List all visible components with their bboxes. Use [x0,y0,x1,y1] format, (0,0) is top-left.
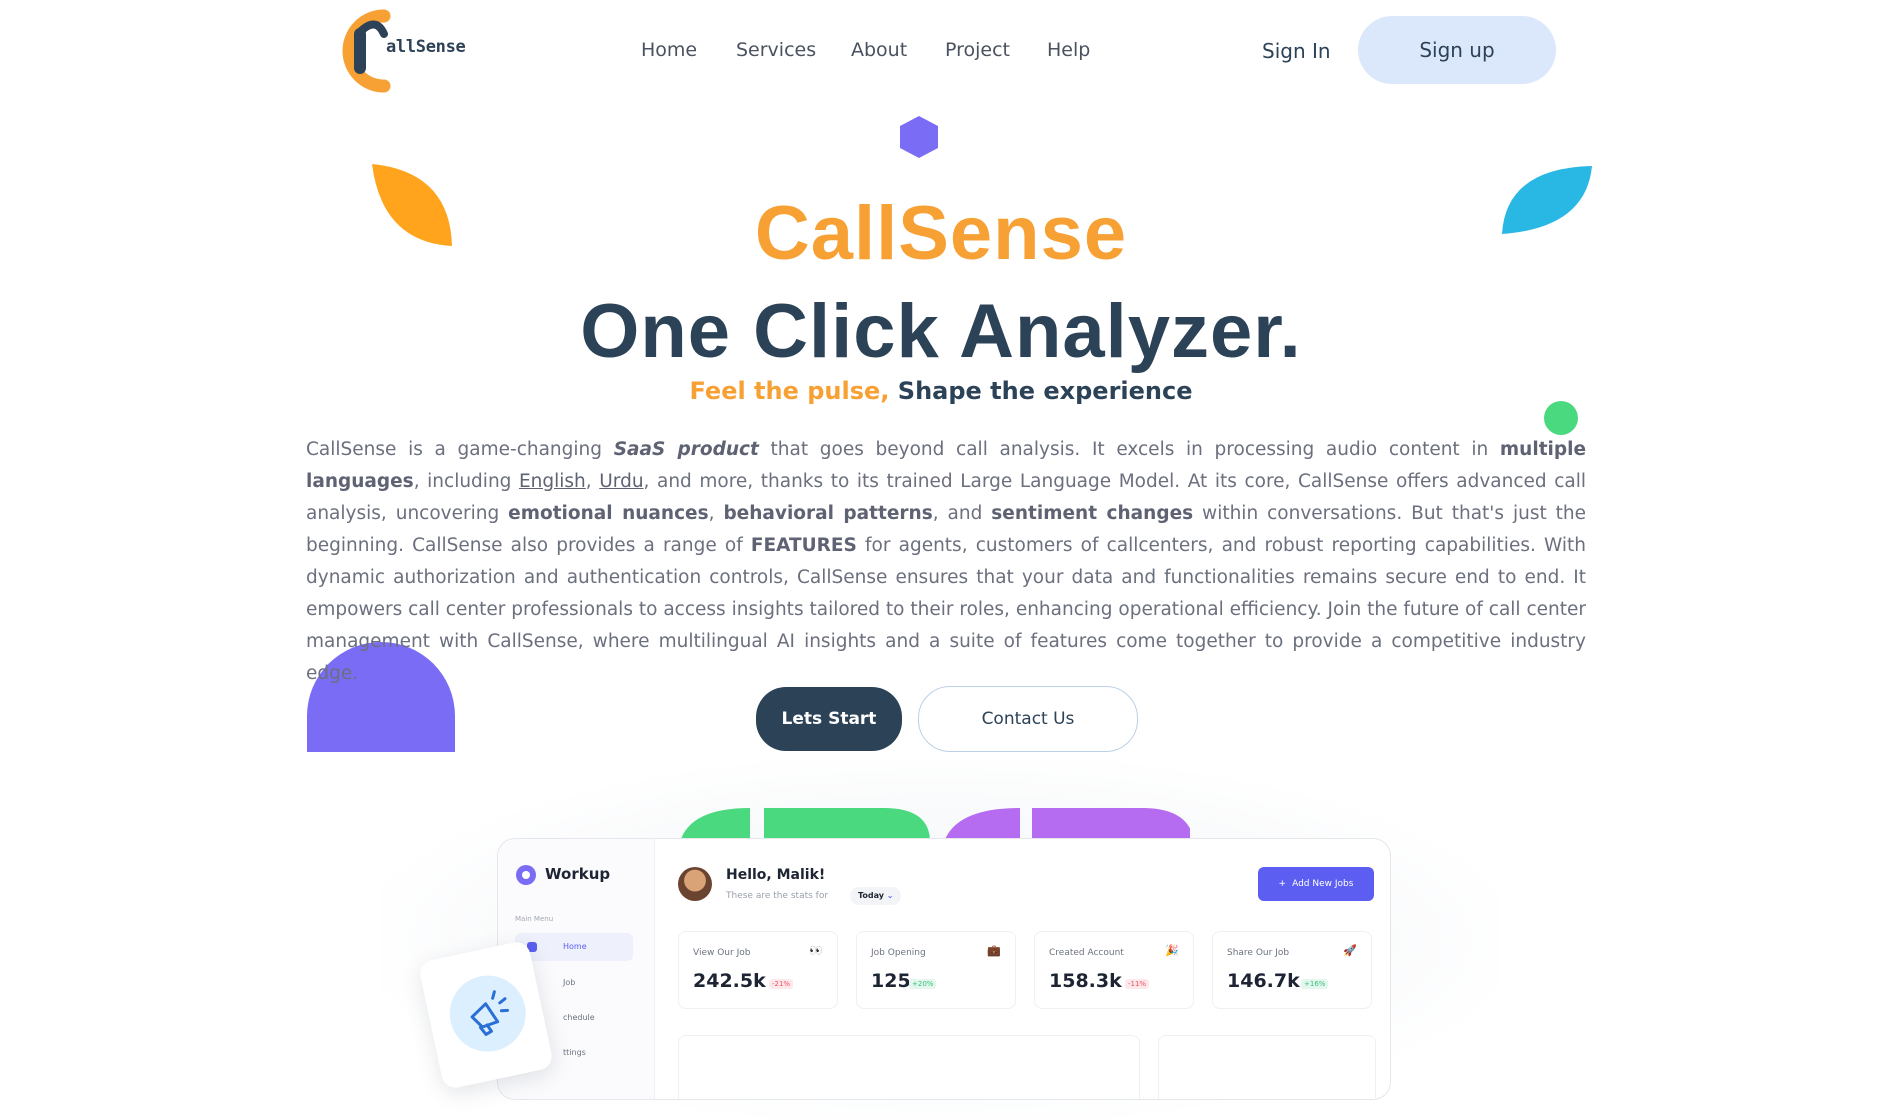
megaphone-icon [470,990,510,1036]
stat-title: Share Our Job [1227,948,1290,958]
sign-up-button[interactable]: Sign up [1358,16,1556,84]
sidebar-item-label: Job [563,978,576,987]
stat-title: View Our Job [693,948,751,958]
add-new-jobs-label: Add New Jobs [1292,879,1354,889]
desc-link-urdu[interactable]: Urdu [599,471,643,492]
dashboard-top-shapes [680,808,1190,842]
desc-text: , including [413,471,519,492]
desc-features: FEATURES [750,535,857,556]
stat-title: Job Opening [871,948,926,958]
sign-in-link[interactable]: Sign In [1262,39,1331,63]
add-new-jobs-button[interactable]: + Add New Jobs [1258,867,1374,901]
sidebar-item-label: ttings [563,1048,586,1057]
party-icon: 🎉 [1165,944,1179,957]
stat-delta: +20% [909,979,937,989]
stat-value: 242.5k [693,970,766,992]
dot-green-decoration [1544,401,1578,435]
stat-value: 146.7k [1227,970,1300,992]
stat-card[interactable]: Job Opening 💼 125 +20% [856,931,1016,1009]
tagline-rest: Shape the experience [897,377,1193,405]
stat-card[interactable]: View Our Job 👀 242.5k -21% [678,931,838,1009]
plus-icon: + [1278,879,1287,889]
desc-text: , [585,471,600,492]
lets-start-button[interactable]: Lets Start [756,687,902,751]
stat-card[interactable]: Created Account 🎉 158.3k -11% [1034,931,1194,1009]
dashboard-panel [678,1035,1140,1099]
desc-sentiment-changes: sentiment changes [991,503,1194,524]
dashboard-preview: Workup Main Menu Home Job chedule ttings… [497,838,1391,1100]
desc-text: , and [932,503,992,524]
stats-for-label: These are the stats for [726,891,829,901]
workspace-name: Workup [545,865,611,883]
nav-link-help[interactable]: Help [1047,39,1090,61]
stat-title: Created Account [1049,948,1124,958]
sidebar-item-home[interactable]: Home [515,933,633,961]
desc-saas-product: SaaS product [613,439,759,460]
nav-link-services[interactable]: Services [736,39,816,61]
stat-card[interactable]: Share Our Job 🚀 146.7k +16% [1212,931,1372,1009]
period-select[interactable]: Today [850,887,902,905]
desc-text: , [708,503,724,524]
menu-caption: Main Menu [515,915,554,923]
hero-tagline: Feel the pulse, Shape the experience [0,377,1882,405]
avatar[interactable] [678,867,712,901]
dashboard-greeting: Hello, Malik! [726,867,826,883]
hexagon-decoration [900,116,938,158]
dashboard-panel [1158,1035,1376,1099]
hero-description: CallSense is a game-changing SaaS produc… [306,434,1586,690]
main-nav: Home Services About Project Help [0,34,1882,64]
stat-delta: -11% [1125,979,1150,989]
desc-behavioral-patterns: behavioral patterns [723,503,933,524]
rocket-icon: 🚀 [1343,944,1357,957]
desc-text: for agents, customers of callcenters, an… [306,535,1586,684]
desc-text: that goes beyond call analysis. It excel… [758,439,1500,460]
desc-emotional-nuances: emotional nuances [508,503,709,524]
nav-link-project[interactable]: Project [945,39,1010,61]
tagline-accent: Feel the pulse, [689,377,890,405]
stat-value: 158.3k [1049,970,1122,992]
stat-value: 125 [871,970,911,992]
workup-logo-icon [516,865,536,885]
sidebar-item-label: Home [563,942,587,951]
sidebar-item-label: chedule [563,1013,595,1022]
contact-us-button[interactable]: Contact Us [918,686,1138,752]
stat-delta: -21% [769,979,794,989]
briefcase-icon: 💼 [987,944,1001,957]
nav-link-home[interactable]: Home [641,39,697,61]
hero-title: One Click Analyzer. [580,289,1302,374]
hero-brand-title: CallSense [754,191,1128,276]
desc-text: CallSense is a game-changing [306,439,614,460]
desc-link-english[interactable]: English [519,471,586,492]
eyes-icon: 👀 [809,944,823,957]
nav-link-about[interactable]: About [851,39,907,61]
stat-delta: +16% [1301,979,1329,989]
